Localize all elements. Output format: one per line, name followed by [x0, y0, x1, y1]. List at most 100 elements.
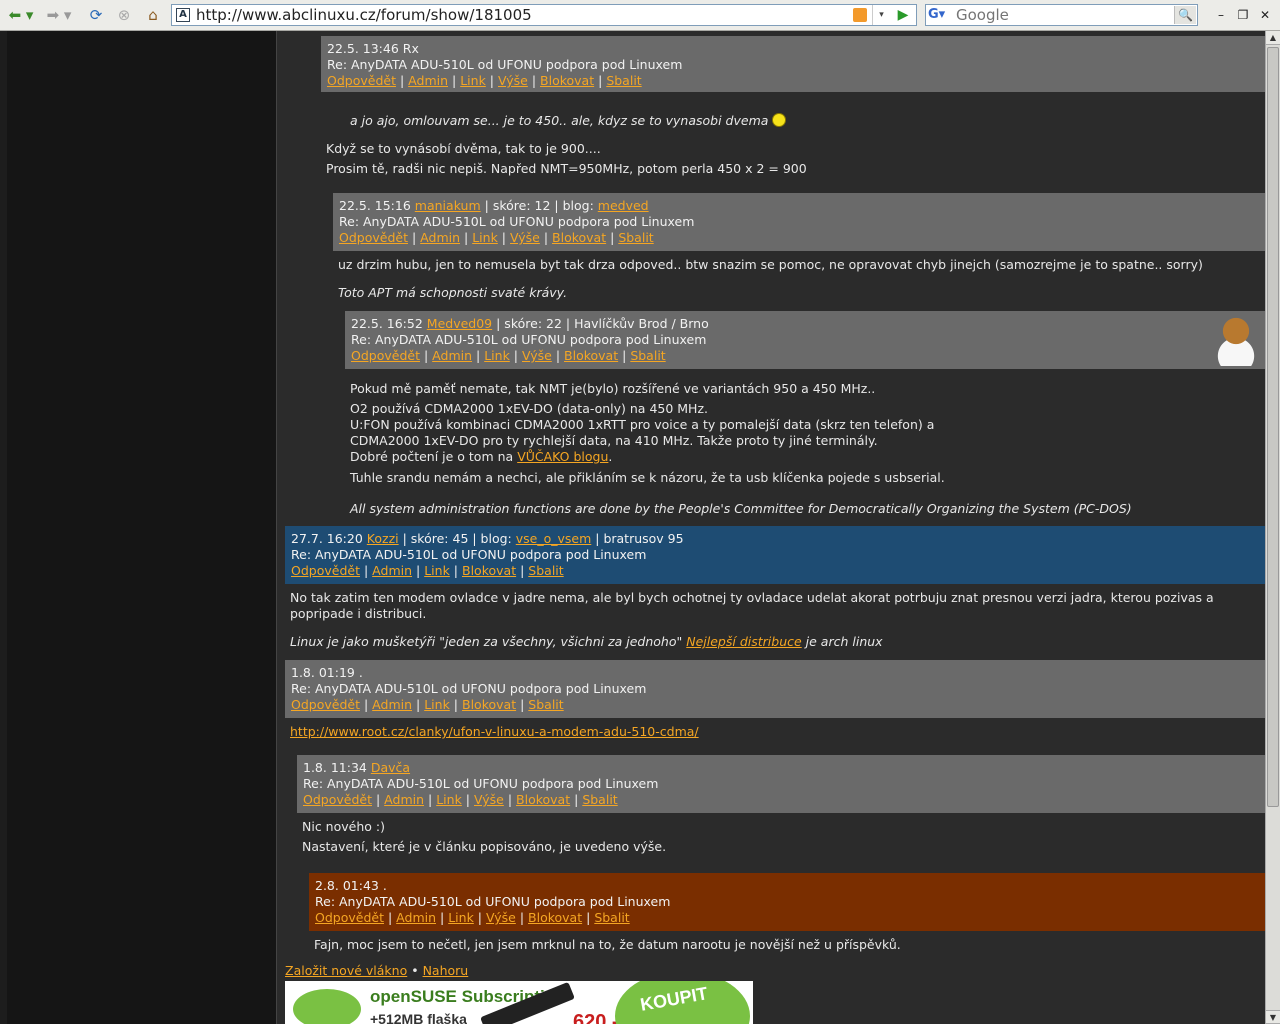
- forward-arrow-icon: ➡ ▾: [46, 6, 72, 24]
- collapse-link[interactable]: Sbalit: [594, 910, 629, 925]
- permalink-link[interactable]: Link: [472, 230, 498, 245]
- comment-text-line: Když se to vynásobí dvěma, tak to je 900…: [326, 141, 601, 156]
- vertical-scrollbar[interactable]: ▲ ▼: [1265, 31, 1280, 1024]
- comment-meta: 2.8. 01:43 .: [315, 878, 387, 893]
- stop-icon: ⊗: [117, 6, 131, 24]
- comment-header: 1.8. 11:34 Davča Re: AnyDATA ADU-510L od…: [297, 755, 1265, 813]
- collapse-link[interactable]: Sbalit: [582, 792, 617, 807]
- author-link[interactable]: Davča: [371, 760, 410, 775]
- scroll-up-arrow-icon[interactable]: ▲: [1266, 31, 1280, 45]
- reply-link[interactable]: Odpovědět: [315, 910, 384, 925]
- block-link[interactable]: Blokovat: [516, 792, 570, 807]
- go-button-icon[interactable]: ▶: [894, 6, 912, 24]
- permalink-link[interactable]: Link: [448, 910, 474, 925]
- back-button[interactable]: ⬅ ▾: [6, 5, 36, 25]
- admin-link[interactable]: Admin: [432, 348, 472, 363]
- collapse-link[interactable]: Sbalit: [528, 563, 563, 578]
- parent-link[interactable]: Výše: [474, 792, 504, 807]
- comment-quote: a jo ajo, omlouvam se... je to 450.. ale…: [350, 113, 787, 129]
- collapse-link[interactable]: Sbalit: [528, 697, 563, 712]
- comment-text-line: http://www.root.cz/clanky/ufon-v-linuxu-…: [290, 724, 699, 740]
- comment-text-line: uz drzim hubu, jen to nemusela byt tak d…: [338, 257, 1203, 272]
- reply-link[interactable]: Odpovědět: [327, 73, 396, 88]
- parent-link[interactable]: Výše: [498, 73, 528, 88]
- article-url-link[interactable]: http://www.root.cz/clanky/ufon-v-linuxu-…: [290, 724, 699, 739]
- permalink-link[interactable]: Link: [424, 563, 450, 578]
- close-window-icon[interactable]: ✕: [1257, 7, 1273, 23]
- comment-meta: 27.7. 16:20 Kozzi | skóre: 45 | blog: vs…: [291, 531, 684, 546]
- admin-link[interactable]: Admin: [396, 910, 436, 925]
- collapse-link[interactable]: Sbalit: [606, 73, 641, 88]
- blog-link[interactable]: VŮČAKO blogu: [517, 449, 608, 464]
- comment-text-line: Tuhle srandu nemám a nechci, ale přiklán…: [350, 470, 945, 485]
- permalink-link[interactable]: Link: [424, 697, 450, 712]
- comment-signature: Linux je jako mušketýři "jeden za všechn…: [290, 634, 883, 649]
- comment-text-line: Nastavení, které je v článku popisováno,…: [302, 839, 667, 854]
- admin-link[interactable]: Admin: [384, 792, 424, 807]
- block-link[interactable]: Blokovat: [552, 230, 606, 245]
- block-link[interactable]: Blokovat: [540, 73, 594, 88]
- comment-meta: 1.8. 11:34 Davča: [303, 760, 411, 775]
- permalink-link[interactable]: Link: [436, 792, 462, 807]
- comment-actions: Odpovědět | Admin | Link | Výše | Blokov…: [303, 792, 618, 807]
- search-magnifier-icon[interactable]: 🔍: [1174, 6, 1196, 24]
- block-link[interactable]: Blokovat: [528, 910, 582, 925]
- home-button[interactable]: ⌂: [142, 5, 164, 25]
- comment-subject: Re: AnyDATA ADU-510L od UFONU podpora po…: [339, 214, 695, 229]
- admin-link[interactable]: Admin: [408, 73, 448, 88]
- browser-toolbar: ⬅ ▾ ➡ ▾ ⟳ ⊗ ⌂ A http://www.abclinuxu.cz/…: [0, 0, 1280, 31]
- scroll-down-arrow-icon[interactable]: ▼: [1266, 1010, 1280, 1024]
- stop-button[interactable]: ⊗: [114, 5, 134, 25]
- parent-link[interactable]: Výše: [510, 230, 540, 245]
- top-link[interactable]: Nahoru: [423, 963, 469, 978]
- comment-subject: Re: AnyDATA ADU-510L od UFONU podpora po…: [315, 894, 671, 909]
- thread-footer: Založit nové vlákno • Nahoru: [285, 963, 468, 979]
- comment-text-line: Pokud mě paměť nemate, tak NMT je(bylo) …: [350, 381, 876, 396]
- reload-button[interactable]: ⟳: [86, 5, 106, 25]
- parent-link[interactable]: Výše: [486, 910, 516, 925]
- author-link[interactable]: Medved09: [427, 316, 492, 331]
- author-link[interactable]: Kozzi: [367, 531, 399, 546]
- rss-feed-icon[interactable]: [853, 8, 867, 22]
- comment-actions: Odpovědět | Admin | Link | Výše | Blokov…: [327, 73, 642, 88]
- smiley-icon: [772, 113, 787, 127]
- reload-icon: ⟳: [89, 6, 103, 24]
- reply-link[interactable]: Odpovědět: [291, 697, 360, 712]
- comment-subject: Re: AnyDATA ADU-510L od UFONU podpora po…: [351, 332, 707, 347]
- author-link[interactable]: maniakum: [415, 198, 481, 213]
- block-link[interactable]: Blokovat: [564, 348, 618, 363]
- comment-meta: 22.5. 15:16 maniakum | skóre: 12 | blog:…: [339, 198, 649, 213]
- minimize-icon[interactable]: –: [1213, 7, 1229, 23]
- permalink-link[interactable]: Link: [484, 348, 510, 363]
- restore-icon[interactable]: ❐: [1235, 7, 1251, 23]
- comment-text-line: U:FON používá kombinaci CDMA2000 1xRTT p…: [350, 417, 935, 432]
- signature-link[interactable]: Nejlepší distribuce: [686, 634, 801, 649]
- comment-text-line: No tak zatim ten modem ovladce v jadre n…: [290, 590, 1214, 621]
- collapse-link[interactable]: Sbalit: [630, 348, 665, 363]
- permalink-link[interactable]: Link: [460, 73, 486, 88]
- block-link[interactable]: Blokovat: [462, 563, 516, 578]
- reply-link[interactable]: Odpovědět: [339, 230, 408, 245]
- comment-subject: Re: AnyDATA ADU-510L od UFONU podpora po…: [291, 547, 647, 562]
- blog-link[interactable]: vse_o_vsem: [516, 531, 592, 546]
- google-engine-icon[interactable]: G▾: [928, 7, 954, 23]
- admin-link[interactable]: Admin: [420, 230, 460, 245]
- opensuse-banner[interactable]: openSUSE Subscription +512MB flaška 620,…: [285, 981, 753, 1024]
- scrollbar-thumb[interactable]: [1267, 47, 1279, 807]
- new-thread-link[interactable]: Založit nové vlákno: [285, 963, 407, 978]
- reply-link[interactable]: Odpovědět: [303, 792, 372, 807]
- search-input[interactable]: [956, 5, 1171, 25]
- forward-button[interactable]: ➡ ▾: [44, 5, 74, 25]
- site-favicon-icon: A: [176, 8, 190, 22]
- collapse-link[interactable]: Sbalit: [618, 230, 653, 245]
- admin-link[interactable]: Admin: [372, 697, 412, 712]
- blog-link[interactable]: medved: [598, 198, 649, 213]
- address-bar[interactable]: A http://www.abclinuxu.cz/forum/show/181…: [171, 4, 917, 26]
- parent-link[interactable]: Výše: [522, 348, 552, 363]
- block-link[interactable]: Blokovat: [462, 697, 516, 712]
- reply-link[interactable]: Odpovědět: [291, 563, 360, 578]
- admin-link[interactable]: Admin: [372, 563, 412, 578]
- address-dropdown-icon[interactable]: ▾: [872, 5, 890, 25]
- comment-meta: 1.8. 01:19 .: [291, 665, 363, 680]
- reply-link[interactable]: Odpovědět: [351, 348, 420, 363]
